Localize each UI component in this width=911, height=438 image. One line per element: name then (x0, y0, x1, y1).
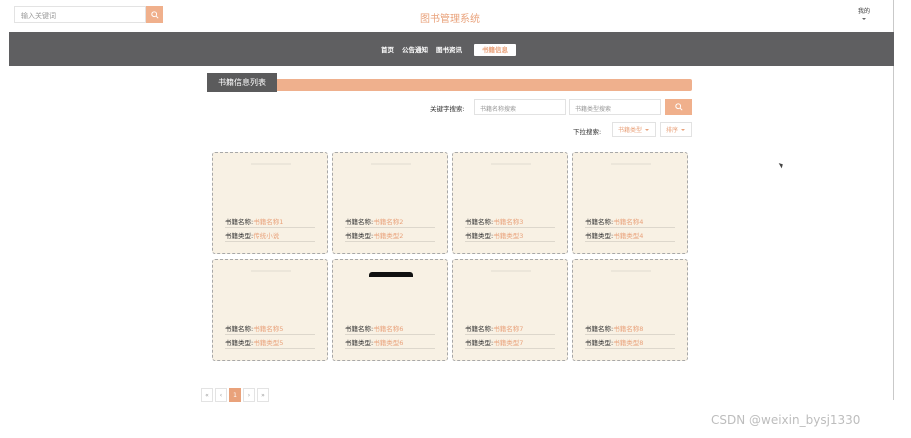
mouse-cursor-icon (778, 161, 785, 169)
book-cover-image (491, 163, 531, 165)
pagination: « ‹ 1 › » (201, 388, 269, 402)
book-type-field: 书籍类型:书籍类型6 (345, 337, 435, 349)
book-card[interactable]: 书籍名称:书籍名称1 书籍类型:传统小说 (212, 152, 328, 254)
book-cover-image (611, 270, 651, 272)
book-type-dropdown-label: 书籍类型 (618, 127, 643, 134)
site-title: 图书管理系统 (420, 14, 480, 25)
user-menu[interactable]: 我的 (852, 6, 876, 20)
top-search-input[interactable]: 输入关键词 (14, 6, 146, 23)
book-cover-image (369, 272, 413, 277)
book-type-field: 书籍类型:书籍类型8 (585, 337, 675, 349)
pagination-page-button[interactable]: 1 (229, 388, 241, 402)
book-type-field: 书籍类型:书籍类型7 (465, 337, 555, 349)
book-card[interactable]: 书籍名称:书籍名称3 书籍类型:书籍类型3 (452, 152, 568, 254)
book-card[interactable]: 书籍名称:书籍名称6 书籍类型:书籍类型6 (332, 259, 448, 361)
keyword-search-button[interactable] (665, 99, 692, 115)
pagination-prev-button[interactable]: ‹ (215, 388, 227, 402)
book-cover-image (491, 270, 531, 272)
book-type-field: 书籍类型:书籍类型4 (585, 230, 675, 242)
user-menu-label: 我的 (857, 8, 870, 15)
sort-dropdown-label: 排序 (666, 127, 679, 134)
watermark: CSDN @weixin_bysj1330 (711, 413, 861, 427)
book-type-search-input[interactable]: 书籍类型搜索 (569, 99, 661, 115)
book-type-field: 书籍类型:书籍类型5 (225, 337, 315, 349)
book-type-dropdown[interactable]: 书籍类型 (612, 122, 656, 137)
book-name-field: 书籍名称:书籍名称5 (225, 323, 315, 335)
book-card[interactable]: 书籍名称:书籍名称4 书籍类型:书籍类型4 (572, 152, 688, 254)
book-cover-image (611, 163, 651, 165)
nav-item-home[interactable]: 首页 (377, 44, 398, 56)
book-name-field: 书籍名称:书籍名称2 (345, 216, 435, 228)
book-type-field: 书籍类型:书籍类型3 (465, 230, 555, 242)
book-name-field: 书籍名称:书籍名称8 (585, 323, 675, 335)
book-name-field: 书籍名称:书籍名称7 (465, 323, 555, 335)
dropdown-search-label: 下拉搜索: (573, 128, 602, 136)
book-card[interactable]: 书籍名称:书籍名称7 书籍类型:书籍类型7 (452, 259, 568, 361)
chevron-down-icon (681, 128, 686, 131)
section-title: 书籍信息列表 (207, 73, 277, 92)
main-navbar: 首页 公告通知 图书资讯 书籍信息 (9, 32, 894, 66)
book-name-field: 书籍名称:书籍名称4 (585, 216, 675, 228)
book-name-search-input[interactable]: 书籍名称搜索 (474, 99, 566, 115)
book-grid: 书籍名称:书籍名称1 书籍类型:传统小说 书籍名称:书籍名称2 书籍类型:书籍类… (212, 152, 688, 361)
section-title-bar (207, 79, 692, 91)
book-name-field: 书籍名称:书籍名称6 (345, 323, 435, 335)
book-card[interactable]: 书籍名称:书籍名称8 书籍类型:书籍类型8 (572, 259, 688, 361)
top-search-button[interactable] (146, 6, 163, 23)
chevron-down-icon (645, 128, 650, 131)
book-card[interactable]: 书籍名称:书籍名称2 书籍类型:书籍类型2 (332, 152, 448, 254)
book-cover-image (251, 163, 291, 165)
book-type-field: 书籍类型:书籍类型2 (345, 230, 435, 242)
nav-item-notice[interactable]: 公告通知 (398, 44, 432, 56)
search-icon (674, 103, 683, 111)
sort-dropdown[interactable]: 排序 (660, 122, 692, 137)
pagination-next-button[interactable]: › (243, 388, 255, 402)
book-name-field: 书籍名称:书籍名称3 (465, 216, 555, 228)
book-cover-image (251, 270, 291, 272)
book-type-field: 书籍类型:传统小说 (225, 230, 315, 242)
book-name-field: 书籍名称:书籍名称1 (225, 216, 315, 228)
chevron-down-icon (862, 18, 866, 20)
pagination-first-button[interactable]: « (201, 388, 213, 402)
keyword-search-label: 关键字搜索: (430, 105, 465, 113)
pagination-last-button[interactable]: » (257, 388, 269, 402)
search-icon (150, 10, 159, 19)
book-cover-image (371, 163, 411, 165)
nav-item-books[interactable]: 书籍信息 (474, 44, 516, 56)
nav-item-news[interactable]: 图书资讯 (432, 44, 466, 56)
nav-menu: 首页 公告通知 图书资讯 书籍信息 (377, 44, 516, 56)
book-card[interactable]: 书籍名称:书籍名称5 书籍类型:书籍类型5 (212, 259, 328, 361)
